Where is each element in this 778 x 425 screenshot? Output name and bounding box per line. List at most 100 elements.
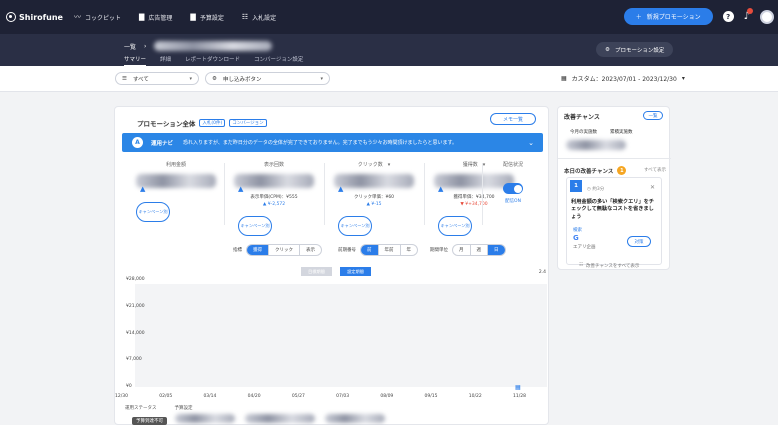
- x-tick-label: 10/22: [468, 394, 482, 399]
- period-segment: 月 週 日: [452, 244, 506, 256]
- calendar-icon[interactable]: ▦: [515, 384, 521, 391]
- new-promotion-button[interactable]: ＋ 新規プロモーション: [623, 8, 713, 25]
- nav-right: ＋ 新規プロモーション ? ♪: [623, 8, 774, 25]
- metric-value-redacted: [234, 174, 314, 188]
- navi-message: 恐れ入りますが、まだ昨日分のデータの全体が完了できておりません。完了までもう少々…: [183, 140, 457, 146]
- bell-icon[interactable]: ♪: [744, 8, 753, 22]
- tip-action-button[interactable]: 対策: [627, 236, 651, 247]
- plus-icon: ＋: [635, 14, 642, 21]
- improvement-panel: 改善チャンス 一覧 今月の実施数 累積実施数 本日の改善チャンス 1 すべて表示…: [557, 106, 671, 270]
- breadcrumb-root[interactable]: 一覧: [124, 42, 136, 51]
- nav-item-bid[interactable]: ☷ 入札設定: [242, 13, 276, 22]
- x-tick-label: 12/30: [115, 394, 128, 399]
- y-tick-label: ¥21,000: [126, 303, 145, 309]
- tab-report-download[interactable]: レポートダウンロード: [185, 55, 240, 66]
- x-tick-label: 11/28: [513, 394, 526, 399]
- improvement-tip-card[interactable]: 1 ◷ 約3分 ✕ 利用金額の多い「検索クエリ」をチェックして無駄なコストを省き…: [566, 177, 662, 265]
- app-name: Shirofune: [19, 12, 63, 22]
- logo-icon: [6, 12, 16, 22]
- help-icon[interactable]: ?: [722, 11, 734, 22]
- segment-option[interactable]: 表示: [300, 245, 321, 255]
- gear-icon: ⚙: [605, 46, 610, 53]
- tab-conversion-settings[interactable]: コンバージョン設定: [254, 55, 303, 66]
- avatar[interactable]: [760, 9, 774, 24]
- segment-option[interactable]: 月: [453, 245, 471, 255]
- operation-navi-banner[interactable]: A 運用ナビ 恐れ入りますが、まだ昨日分のデータの全体が完了できておりません。完…: [122, 133, 543, 152]
- promotion-name-redacted: [154, 41, 273, 51]
- status-redacted: [175, 414, 235, 423]
- nav-item-cockpit[interactable]: 〰 コックピット: [74, 12, 121, 22]
- list-icon: ☷: [579, 263, 584, 268]
- segment-option[interactable]: 週: [471, 245, 488, 255]
- promotion-summary-card: プロモーション全体 入札(0件) コンバージョン メモ一覧 A 運用ナビ 恐れ入…: [114, 106, 549, 425]
- google-icon: G: [573, 234, 579, 242]
- set-period-button[interactable]: 設定期間: [340, 267, 371, 276]
- status-redacted: [245, 414, 315, 423]
- chart-controls: 指標 獲得 クリック 表示 前期番号 前 年前 年 期間単位 月 週 日: [233, 244, 514, 256]
- nav-item-budget[interactable]: ▇ 予算設定: [190, 13, 223, 22]
- app-logo[interactable]: Shirofune: [0, 12, 74, 22]
- list-button[interactable]: 一覧: [643, 111, 663, 120]
- y-tick-label: ¥7,000: [126, 357, 142, 363]
- panel-title: 改善チャンス: [564, 114, 600, 121]
- scope-select[interactable]: ☰ すべて ▾: [115, 72, 199, 85]
- x-tick-label: 05/27: [291, 394, 305, 399]
- tab-detail[interactable]: 詳細: [160, 55, 171, 66]
- performance-chart: 目標期間 設定期間 2.4 ¥28,000 ¥21,000 ¥14,000 ¥7,00…: [115, 257, 550, 412]
- chevron-down-icon[interactable]: ⌄: [528, 139, 534, 147]
- arrow-up-icon: ▲: [438, 185, 444, 193]
- segment-option[interactable]: 年前: [379, 245, 401, 255]
- x-tick-label: 07/03: [336, 394, 350, 399]
- x-tick-label: 03/14: [203, 394, 217, 399]
- top-navigation: Shirofune 〰 コックピット ▇ 広告管理 ▇ 予算設定 ☷ 入札設定 …: [0, 0, 778, 34]
- date-range-select[interactable]: ▦ カスタム：2023/07/01 - 2023/12/30 ▾: [561, 74, 685, 83]
- grid-icon: ☷: [241, 13, 249, 21]
- segment-option[interactable]: 前: [361, 245, 379, 255]
- memo-list-button[interactable]: メモ一覧: [490, 113, 536, 125]
- metric-clicks: クリック数 ▾ ▲ クリック単価：¥60 ▲ ¥-15 キャンペーン別: [328, 155, 420, 236]
- breadcrumb: 一覧 ›: [124, 41, 273, 51]
- y-tick-label: ¥0: [126, 384, 132, 389]
- campaign-breakdown-button[interactable]: キャンペーン別: [438, 216, 472, 236]
- compare-segment: 前 年前 年: [360, 244, 418, 256]
- campaign-breakdown-button[interactable]: キャンペーン別: [238, 216, 272, 236]
- campaign-breakdown-button[interactable]: キャンペーン別: [338, 216, 372, 236]
- chevron-down-icon: ▾: [189, 75, 192, 82]
- arrow-up-icon: ▲: [140, 185, 146, 193]
- nav-item-ads[interactable]: ▇ 広告管理: [139, 13, 172, 22]
- x-tick-label: 04/20: [247, 394, 261, 399]
- divider: [424, 163, 425, 225]
- notification-dot: [747, 8, 753, 14]
- delivery-toggle[interactable]: [503, 183, 523, 194]
- goal-period-button[interactable]: 目標期間: [301, 267, 332, 276]
- chevron-right-icon: ›: [144, 42, 147, 50]
- segment-option[interactable]: 獲得: [247, 245, 269, 255]
- divider: [324, 163, 325, 225]
- tag-conversion[interactable]: コンバージョン: [229, 119, 267, 127]
- navi-a-icon: A: [132, 137, 143, 148]
- tag-bid[interactable]: 入札(0件): [199, 119, 226, 127]
- chart-plot-area: [135, 284, 547, 387]
- conversion-select[interactable]: ⚙ 申し込みボタン ▾: [205, 72, 330, 85]
- all-chances-link[interactable]: ☷ 改善チャンスをすべて表示: [579, 263, 639, 269]
- count-badge: 1: [617, 166, 627, 175]
- tip-number: 1: [570, 180, 582, 192]
- filter-bar: ☰ すべて ▾ ⚙ 申し込みボタン ▾ ▦ カスタム：2023/07/01 - …: [0, 66, 778, 92]
- promotion-tabs: サマリー 詳細 レポートダウンロード コンバージョン設定: [124, 55, 303, 66]
- show-all-link[interactable]: すべて表示: [644, 167, 666, 173]
- arrow-up-icon: ▲: [338, 185, 344, 193]
- promotion-settings-button[interactable]: ⚙ プロモーション設定: [596, 42, 674, 57]
- trend-line-icon: 〰: [74, 13, 81, 21]
- x-tick-label: 02/05: [159, 394, 173, 399]
- tip-account: エアリ企画: [573, 245, 596, 250]
- campaign-breakdown-button[interactable]: キャンペーン別: [136, 202, 170, 222]
- tip-keyword: 検索: [573, 228, 582, 233]
- segment-option[interactable]: 年: [401, 245, 418, 255]
- segment-option[interactable]: クリック: [269, 245, 300, 255]
- status-redacted: [325, 414, 385, 423]
- tip-text: 利用金額の多い「検索クエリ」をチェックして無駄なコストを省きましょう: [571, 199, 655, 220]
- close-icon[interactable]: ✕: [650, 184, 655, 191]
- improvement-counts: 今月の実施数 累積実施数: [570, 130, 633, 135]
- segment-option[interactable]: 日: [488, 245, 505, 255]
- tab-summary[interactable]: サマリー: [124, 55, 147, 66]
